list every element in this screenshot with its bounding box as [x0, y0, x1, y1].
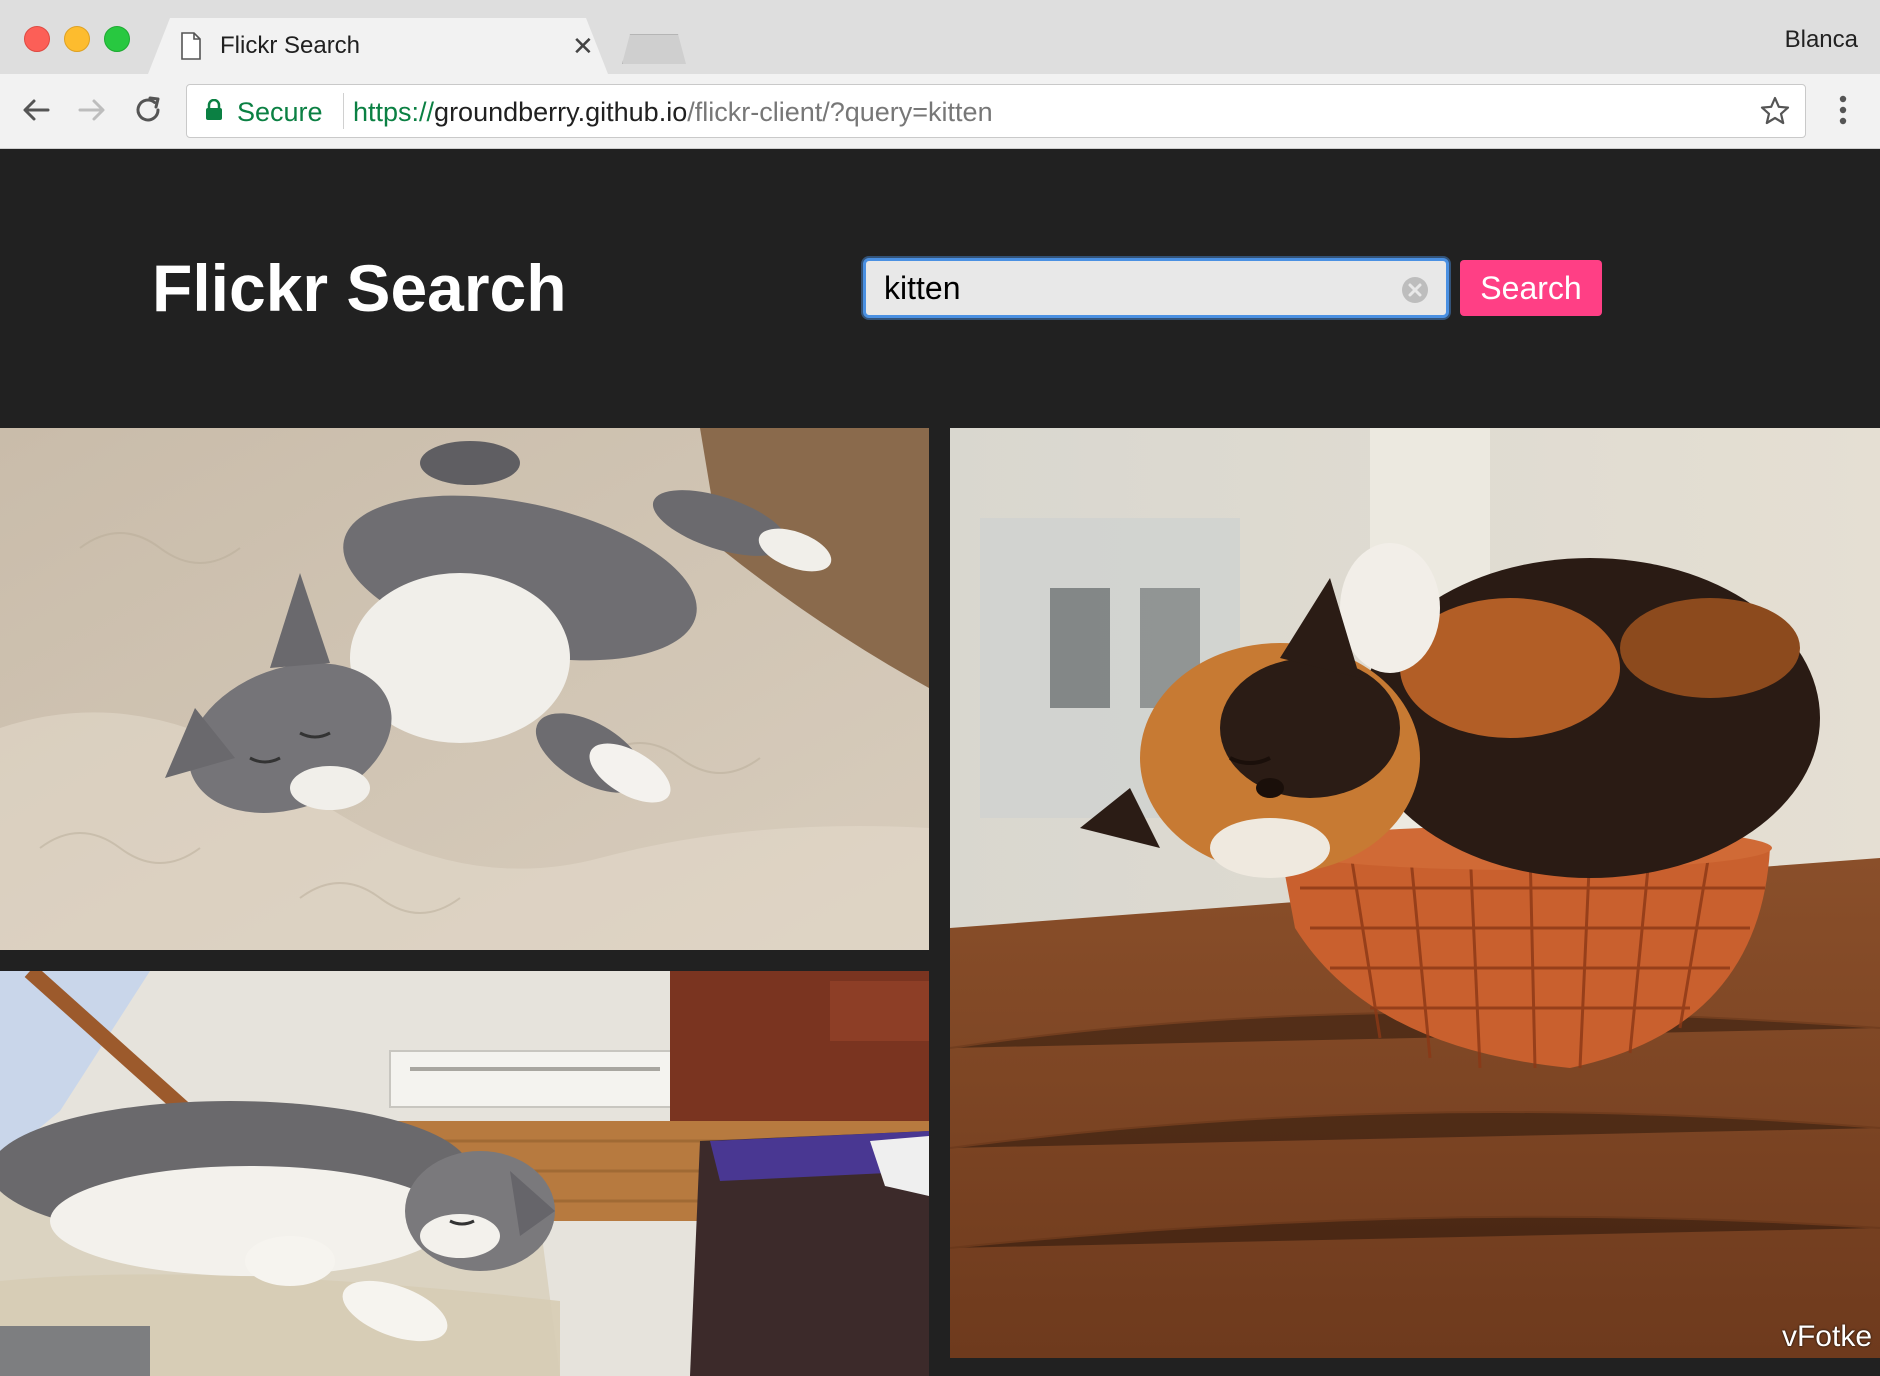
cat-on-bed-image [0, 428, 929, 950]
tab-close-icon[interactable]: ✕ [572, 32, 594, 60]
cat-on-couch-image [0, 971, 929, 1376]
reload-icon[interactable] [128, 90, 168, 130]
url-text[interactable]: https://groundberry.github.io/flickr-cli… [353, 97, 993, 128]
address-bar[interactable]: Secure https://groundberry.github.io/fli… [186, 84, 1806, 138]
page-title: Flickr Search [152, 251, 567, 325]
clear-search-icon[interactable] [1399, 274, 1431, 306]
photo-result-2[interactable] [0, 971, 929, 1376]
address-separator [343, 93, 344, 129]
browser-toolbar: Secure https://groundberry.github.io/fli… [0, 74, 1880, 149]
url-host: groundberry.github.io [434, 97, 688, 127]
lock-icon [206, 99, 222, 120]
back-arrow-icon[interactable] [16, 90, 56, 130]
profile-name[interactable]: Blanca [1785, 26, 1858, 54]
browser-menu-icon[interactable] [1828, 90, 1858, 130]
cat-in-basket-image [950, 428, 1880, 1358]
url-path: /flickr-client/?query=kitten [687, 97, 993, 127]
browser-tab-strip: Flickr Search ✕ Blanca [0, 0, 1880, 74]
maximize-window-icon[interactable] [104, 26, 130, 52]
url-scheme: https:// [353, 97, 435, 127]
close-window-icon[interactable] [24, 26, 50, 52]
secure-label: Secure [237, 97, 323, 127]
minimize-window-icon[interactable] [64, 26, 90, 52]
new-tab-button[interactable] [622, 34, 686, 64]
search-input[interactable] [863, 258, 1449, 318]
tab-title: Flickr Search [220, 32, 361, 59]
bookmark-star-icon[interactable] [1759, 95, 1791, 127]
photo-watermark: vFotke [1781, 1320, 1872, 1353]
page-icon [181, 32, 201, 60]
search-button[interactable]: Search [1460, 260, 1602, 316]
photo-result-1[interactable] [0, 428, 929, 950]
forward-arrow-icon[interactable] [72, 90, 112, 130]
photo-result-3[interactable]: vFotke [950, 428, 1880, 1358]
browser-tab[interactable]: Flickr Search ✕ [148, 18, 608, 74]
